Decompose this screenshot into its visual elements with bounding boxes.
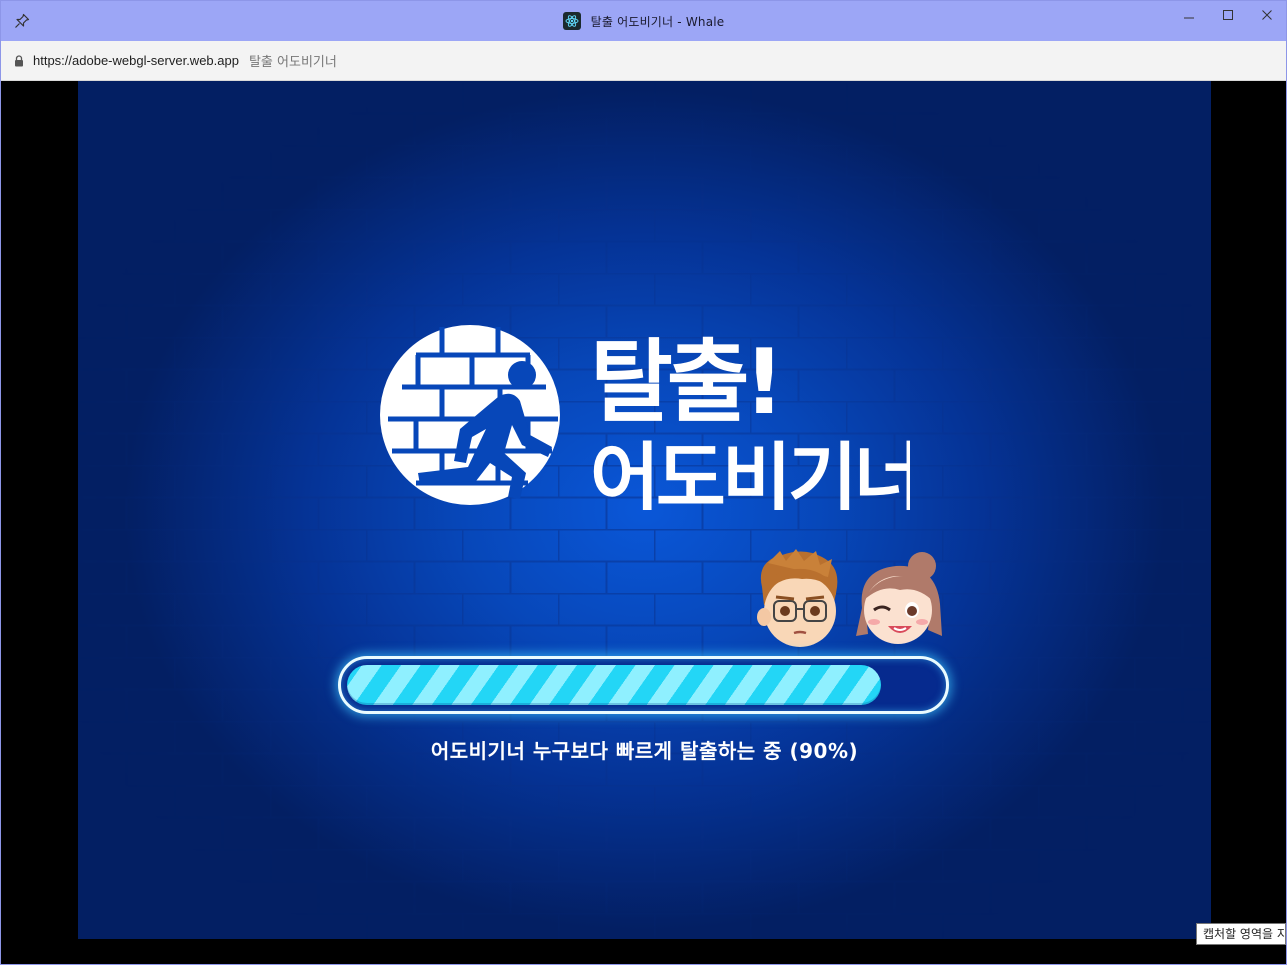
brick-wall-background	[78, 81, 1211, 939]
capture-tooltip: 캡처할 영역을 지	[1196, 923, 1286, 945]
boy-character-avatar	[757, 549, 838, 647]
game-canvas[interactable]: 탈출! 어도비기너 어도비기너 누구보다 빠르게 탈출하는 중 (90%)	[78, 81, 1211, 939]
escape-wall-emblem	[380, 325, 560, 505]
loading-progress-fill	[347, 665, 881, 705]
close-icon[interactable]	[1247, 1, 1286, 29]
window-title-area: 탈출 어도비기너 - Whale	[1, 1, 1286, 41]
maximize-icon[interactable]	[1208, 1, 1247, 29]
lock-icon[interactable]	[13, 54, 25, 68]
window-controls	[1169, 1, 1286, 41]
logo-line1: 탈출!	[590, 330, 779, 435]
browser-window: 탈출 어도비기너 - Whale https://adobe-webgl-ser…	[0, 0, 1287, 965]
window-title: 탈출 어도비기너 - Whale	[590, 14, 725, 29]
loading-status-text: 어도비기너 누구보다 빠르게 탈출하는 중 (90%)	[430, 739, 859, 763]
loading-progress-bar	[338, 656, 949, 714]
minimize-icon[interactable]	[1169, 1, 1208, 29]
girl-character-avatar	[856, 552, 942, 644]
game-logo: 탈출! 어도비기너	[380, 325, 910, 510]
page-viewport: 탈출! 어도비기너 어도비기너 누구보다 빠르게 탈출하는 중 (90%)	[1, 81, 1286, 964]
logo-title-text: 탈출! 어도비기너	[590, 330, 910, 510]
logo-line2: 어도비기너	[590, 434, 910, 510]
react-favicon-icon	[562, 12, 581, 30]
url-text[interactable]: https://adobe-webgl-server.web.app	[33, 53, 239, 68]
address-bar[interactable]: https://adobe-webgl-server.web.app 탈출 어도…	[1, 41, 1286, 81]
title-bar: 탈출 어도비기너 - Whale	[1, 1, 1286, 41]
address-page-title: 탈출 어도비기너	[248, 55, 337, 70]
